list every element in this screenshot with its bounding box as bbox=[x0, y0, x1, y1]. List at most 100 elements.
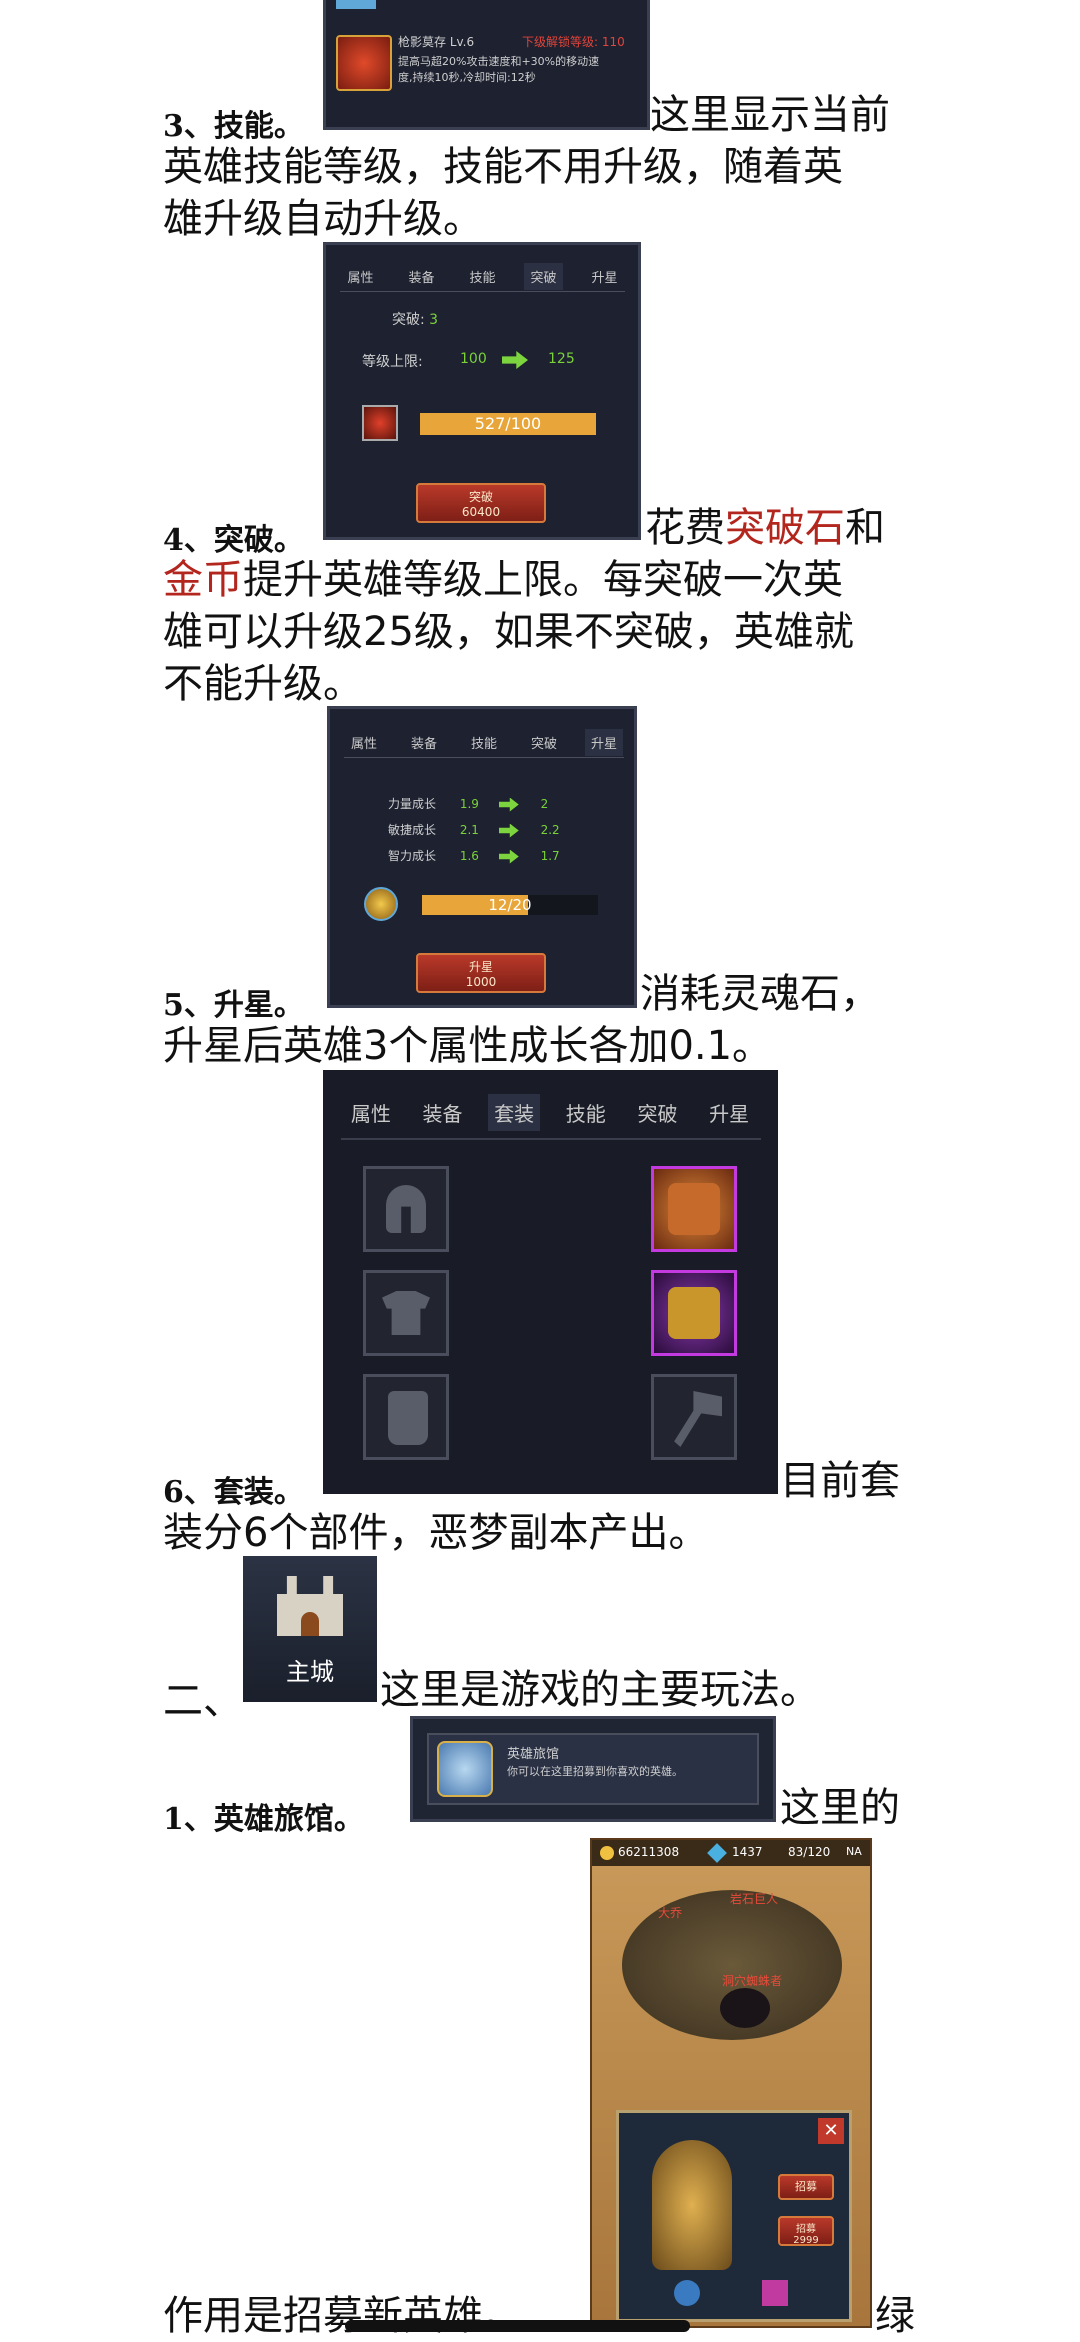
glove-slot[interactable] bbox=[363, 1374, 449, 1460]
tab-breakthrough[interactable]: 突破 bbox=[525, 729, 563, 756]
axe-icon bbox=[674, 1391, 722, 1447]
section-4-seg1: 花费 bbox=[645, 505, 725, 551]
tabs-divider bbox=[341, 1138, 761, 1140]
axe-slot[interactable] bbox=[651, 1374, 737, 1460]
arrow-icon bbox=[498, 797, 519, 812]
growth-label: 敏捷成长 bbox=[388, 823, 437, 837]
tab-set[interactable]: 套装 bbox=[488, 1094, 541, 1131]
inn-heading: 1、英雄旅馆。 bbox=[163, 1802, 364, 1837]
star-tabs: 属性 装备 技能 突破 升星 bbox=[334, 729, 634, 756]
star-panel: 属性 装备 技能 突破 升星 力量成长 1.9 2 敏捷成长 2.1 2.2 智… bbox=[327, 706, 637, 1008]
tab-skill[interactable]: 技能 bbox=[560, 1094, 612, 1131]
hero-portrait bbox=[652, 2140, 732, 2270]
inn-title: 英雄旅馆 bbox=[507, 1747, 560, 1762]
growth-label: 力量成长 bbox=[388, 797, 437, 811]
tabs-divider bbox=[344, 757, 624, 758]
skill-desc-2: 度,持续10秒,冷却时间:12秒 bbox=[398, 71, 536, 84]
section-4-seg2: 突破石 bbox=[725, 505, 845, 551]
recruit-button[interactable]: 招募 bbox=[778, 2174, 834, 2200]
growth-row: 智力成长 1.6 1.7 bbox=[388, 847, 608, 864]
tab-breakthrough[interactable]: 突破 bbox=[524, 263, 563, 290]
star-button-label: 升星 bbox=[468, 960, 493, 974]
section-4-seg3: 和 bbox=[845, 505, 885, 551]
section-3-line3: 雄升级自动升级。 bbox=[163, 196, 483, 242]
set-panel: 属性 装备 套装 技能 突破 升星 bbox=[323, 1070, 778, 1494]
set-tabs: 属性 装备 套装 技能 突破 升星 bbox=[335, 1094, 765, 1131]
section-4-heading: 4、突破。 bbox=[163, 523, 304, 558]
recruit-cost-value: 2999 bbox=[793, 2235, 819, 2246]
tab-star[interactable]: 升星 bbox=[584, 729, 623, 756]
tab-star[interactable]: 升星 bbox=[585, 263, 623, 290]
star-button[interactable]: 升星 1000 bbox=[416, 953, 546, 993]
growth-label: 智力成长 bbox=[388, 849, 437, 863]
soul-stone-icon bbox=[364, 887, 398, 921]
gold-value: 66211308 bbox=[618, 1845, 680, 1859]
section-4-line1: 花费突破石和 bbox=[645, 502, 885, 554]
main-city-button[interactable]: 主城 bbox=[243, 1556, 377, 1702]
armor-slot[interactable] bbox=[363, 1270, 449, 1356]
skill-desc-1: 提高马超20%攻击速度和+30%的移动速 bbox=[398, 55, 600, 68]
hero-name-2: 岩石巨人 bbox=[730, 1892, 779, 1906]
hero-name-1: 大乔 bbox=[658, 1906, 683, 1920]
section-3-heading: 3、技能。 bbox=[163, 109, 304, 144]
skill-card: 枪影莫存 Lv.6 下级解锁等级: 110 提高马超20%攻击速度和+30%的移… bbox=[323, 0, 650, 130]
growth-from: 1.6 bbox=[459, 849, 479, 863]
inn-icon bbox=[437, 1741, 493, 1797]
skill-icon-1 bbox=[674, 2280, 700, 2306]
spider-monster bbox=[720, 1988, 770, 2028]
tab-attributes[interactable]: 属性 bbox=[345, 1094, 397, 1131]
level-to: 125 bbox=[548, 351, 575, 367]
arrow-icon bbox=[498, 849, 519, 864]
tab-skill[interactable]: 技能 bbox=[465, 729, 503, 756]
break-value: 3 bbox=[429, 312, 439, 328]
armor-icon bbox=[382, 1291, 430, 1335]
tab-attributes[interactable]: 属性 bbox=[341, 263, 379, 290]
skill-unlock-note: 下级解锁等级: 110 bbox=[522, 35, 625, 49]
tabs-divider bbox=[340, 291, 625, 292]
helmet-icon bbox=[386, 1185, 426, 1233]
section-5-heading: 5、升星。 bbox=[163, 988, 304, 1023]
close-icon[interactable]: ✕ bbox=[818, 2118, 844, 2144]
growth-to: 2 bbox=[540, 797, 549, 811]
skill-card-top-icon bbox=[336, 0, 376, 9]
section-5-line1: 消耗灵魂石， bbox=[640, 971, 880, 1017]
break-label: 突破: bbox=[392, 312, 430, 328]
inn-card[interactable]: 英雄旅馆 你可以在这里招募到你喜欢的英雄。 bbox=[410, 1716, 776, 1822]
tab-breakthrough[interactable]: 突破 bbox=[631, 1094, 683, 1131]
level-from: 100 bbox=[460, 351, 487, 367]
boots-item-slot[interactable] bbox=[651, 1270, 737, 1356]
tab-equipment[interactable]: 装备 bbox=[416, 1094, 468, 1131]
helmet-slot[interactable] bbox=[363, 1166, 449, 1252]
growth-from: 1.9 bbox=[459, 797, 479, 811]
main-city-line1: 这里是游戏的主要玩法。 bbox=[380, 1667, 820, 1713]
pants-item-slot[interactable] bbox=[651, 1166, 737, 1252]
inn-desc: 你可以在这里招募到你喜欢的英雄。 bbox=[507, 1765, 683, 1778]
section-5-line2: 升星后英雄3个属性成长各加0.1。 bbox=[163, 1023, 773, 1069]
home-indicator[interactable] bbox=[345, 2320, 690, 2332]
tab-attributes[interactable]: 属性 bbox=[345, 729, 383, 756]
tab-star[interactable]: 升星 bbox=[703, 1094, 755, 1131]
gem-value: 1437 bbox=[732, 1845, 763, 1859]
tab-skill[interactable]: 技能 bbox=[463, 263, 501, 290]
section-4-line3: 雄可以升级25级，如果不突破，英雄就 bbox=[163, 609, 854, 655]
stamina-value: 83/120 bbox=[788, 1845, 831, 1859]
breakthrough-panel: 属性 装备 技能 突破 升星 突破: 3 等级上限: 100 125 527/1… bbox=[323, 242, 641, 540]
recruit-cost-button[interactable]: 招募 2999 bbox=[778, 2216, 834, 2246]
section-4-seg4: 金币 bbox=[163, 557, 243, 603]
section-4-line2: 金币提升英雄等级上限。每突破一次英 bbox=[163, 554, 843, 606]
tab-equipment[interactable]: 装备 bbox=[402, 263, 440, 290]
growth-from: 2.1 bbox=[459, 823, 479, 837]
breakthrough-tabs: 属性 装备 技能 突破 升星 bbox=[330, 263, 635, 290]
section-3-line1: 这里显示当前 bbox=[650, 92, 890, 138]
arrow-icon bbox=[498, 823, 519, 838]
star-button-cost: 1000 bbox=[465, 975, 497, 989]
tab-equipment[interactable]: 装备 bbox=[405, 729, 443, 756]
growth-to: 2.2 bbox=[540, 823, 560, 837]
star-progress-text: 12/20 bbox=[488, 896, 532, 914]
growth-to: 1.7 bbox=[540, 849, 560, 863]
level-limit-label: 等级上限: bbox=[362, 354, 423, 370]
inn-line2: 作用是招募新英雄。 bbox=[163, 2293, 523, 2339]
breakthrough-button[interactable]: 突破 60400 bbox=[416, 483, 546, 523]
section-4-seg5: 提升英雄等级上限。每突破一次英 bbox=[243, 557, 843, 603]
boots-item bbox=[668, 1287, 720, 1339]
